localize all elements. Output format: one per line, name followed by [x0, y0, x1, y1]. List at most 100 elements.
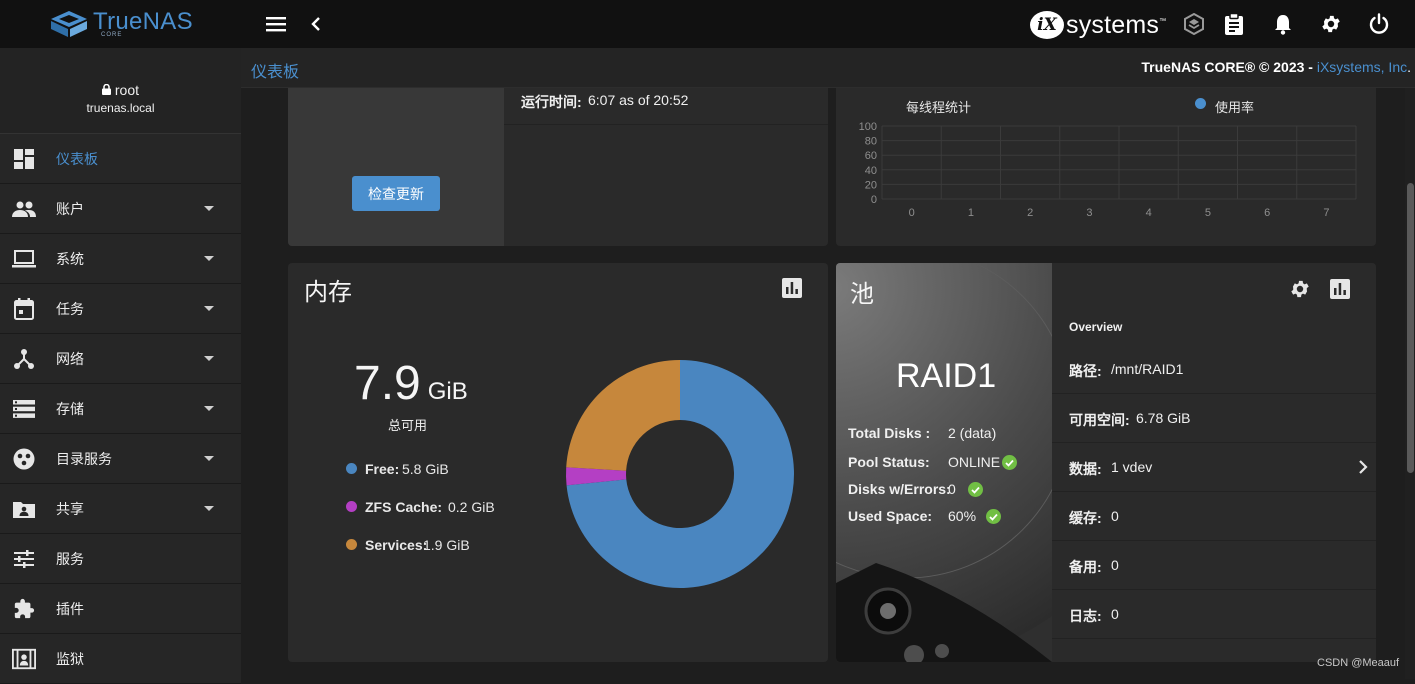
sidebar-item-directory-services[interactable]: 目录服务 — [0, 434, 241, 484]
bar-chart-icon[interactable] — [782, 278, 802, 298]
menu-icon[interactable] — [264, 12, 288, 36]
chevron-down-icon — [204, 506, 214, 511]
overview-value: 0 — [1111, 557, 1119, 573]
copyright-notice: TrueNAS CORE® © 2023 - iXsystems, Inc. — [1141, 59, 1411, 75]
sidebar-item-services[interactable]: 服务 — [0, 534, 241, 584]
directory-icon — [12, 447, 36, 471]
sidebar-item-accounts[interactable]: 账户 — [0, 184, 241, 234]
calendar-icon — [12, 297, 36, 321]
sidebar-item-label: 任务 — [56, 300, 84, 317]
legend-label-services: Services: — [365, 537, 428, 553]
overview-key: 日志: — [1069, 608, 1102, 624]
chevron-down-icon — [204, 206, 214, 211]
memory-total-value: 7.9 — [354, 357, 421, 410]
pool-stat-label: Used Space: — [848, 508, 933, 524]
cpu-x-tick: 6 — [1264, 207, 1270, 219]
sidebar-item-system[interactable]: 系统 — [0, 234, 241, 284]
lock-icon — [101, 83, 111, 95]
breadcrumb-bar: 仪表板 TrueNAS CORE® © 2023 - iXsystems, In… — [241, 48, 1415, 88]
overview-value: /mnt/RAID1 — [1111, 361, 1184, 377]
overview-heading: Overview — [1069, 320, 1123, 334]
people-icon — [12, 197, 36, 221]
sidebar-item-dashboard[interactable]: 仪表板 — [0, 134, 241, 184]
sidebar-item-label: 仪表板 — [56, 150, 98, 167]
gear-icon[interactable] — [1319, 12, 1343, 36]
ixsystems-logo[interactable]: iX systems ™ — [1030, 10, 1166, 40]
uptime-value: 6:07 as of 20:52 — [588, 92, 689, 108]
chevron-down-icon — [204, 456, 214, 461]
gear-icon[interactable] — [1289, 278, 1311, 300]
overview-key: 数据: — [1069, 461, 1102, 477]
sidebar-item-label: 存储 — [56, 400, 84, 417]
overview-row-data[interactable]: 数据: 1 vdev — [1052, 443, 1376, 492]
ixsystems-link[interactable]: iXsystems, Inc — [1317, 59, 1407, 75]
legend-label-free: Free: — [365, 461, 400, 477]
brand-logo[interactable]: TrueNAS CORE — [0, 0, 241, 48]
chevron-right-icon[interactable] — [1358, 460, 1368, 479]
sidebar-item-tasks[interactable]: 任务 — [0, 284, 241, 334]
sidebar-item-label: 监狱 — [56, 650, 84, 667]
legend-swatch-free — [346, 463, 357, 474]
memory-total-caption: 总可用 — [388, 418, 428, 433]
cpu-legend-label: 使用率 — [1215, 100, 1255, 115]
check-updates-button[interactable]: 检查更新 — [352, 176, 440, 211]
overview-key: 可用空间: — [1069, 412, 1130, 428]
overview-row-path: 路径: /mnt/RAID1 — [1052, 345, 1376, 394]
pool-stat-value: 0 — [948, 481, 956, 497]
shared-folder-icon — [12, 497, 36, 521]
bar-chart-icon[interactable] — [1330, 279, 1350, 299]
sidebar-item-label: 网络 — [56, 350, 84, 367]
pool-stat-value: ONLINE — [948, 454, 1001, 470]
pool-stat-label: Disks w/Errors: — [848, 481, 951, 497]
laptop-icon — [12, 247, 36, 271]
sidebar-item-label: 服务 — [56, 550, 84, 567]
ixsystems-wordmark: systems — [1066, 10, 1160, 39]
network-icon — [12, 347, 36, 371]
legend-value-free: 5.8 GiB — [402, 461, 449, 477]
jail-icon — [12, 647, 36, 671]
sidebar-item-label: 系统 — [56, 250, 84, 267]
breadcrumb-current[interactable]: 仪表板 — [251, 58, 299, 82]
system-image-panel — [288, 88, 504, 246]
sidebar-item-label: 账户 — [56, 200, 84, 217]
check-circle-icon — [986, 509, 1001, 524]
cpu-y-tick: 20 — [865, 179, 877, 191]
sidebar-item-sharing[interactable]: 共享 — [0, 484, 241, 534]
pool-stat-disks-errors: Disks w/Errors: 0 — [848, 481, 983, 497]
power-icon[interactable] — [1367, 12, 1391, 36]
uptime-row: 运行时间: 6:07 as of 20:52 — [504, 88, 828, 125]
overview-value: 1 vdev — [1111, 459, 1153, 475]
memory-donut-chart — [566, 360, 794, 588]
donut-slice-services[interactable] — [566, 360, 680, 471]
truecommand-icon[interactable] — [1182, 12, 1206, 36]
page-scrollbar[interactable] — [1405, 88, 1415, 679]
puzzle-icon — [12, 597, 36, 621]
sidebar-item-storage[interactable]: 存储 — [0, 384, 241, 434]
truenas-logo-icon — [51, 11, 87, 37]
chevron-down-icon — [204, 356, 214, 361]
overview-row-free-space: 可用空间: 6.78 GiB — [1052, 394, 1376, 443]
sidebar-item-plugins[interactable]: 插件 — [0, 584, 241, 634]
legend-value-services: 1.9 GiB — [423, 537, 470, 553]
memory-total-unit: GiB — [427, 378, 468, 405]
overview-value: 6.78 GiB — [1136, 410, 1191, 426]
sidebar-item-label: 目录服务 — [56, 450, 112, 467]
copyright-suffix: . — [1407, 59, 1411, 75]
overview-key: 路径: — [1069, 363, 1102, 379]
chevron-down-icon — [204, 406, 214, 411]
cpu-y-tick: 60 — [865, 150, 877, 162]
sidebar: root truenas.local 仪表板 账户 系统 任务 网络 存储 目录… — [0, 48, 241, 684]
check-circle-icon — [968, 482, 983, 497]
chevron-left-icon[interactable] — [304, 12, 328, 36]
overview-row-log: 日志: 0 — [1052, 590, 1376, 639]
user-info: root truenas.local — [0, 48, 241, 134]
sidebar-item-jails[interactable]: 监狱 — [0, 634, 241, 684]
bell-icon[interactable] — [1271, 12, 1295, 36]
memory-card: 内存 7.9 GiB 总可用 Free: 5.8 GiB ZFS Cache: … — [288, 263, 828, 662]
cpu-chart-title: 每线程统计 — [906, 100, 972, 115]
sidebar-item-network[interactable]: 网络 — [0, 334, 241, 384]
system-info-card: 检查更新 运行时间: 6:07 as of 20:52 — [288, 88, 828, 246]
scrollbar-thumb[interactable] — [1407, 183, 1414, 473]
memory-total: 7.9 GiB — [354, 357, 484, 411]
clipboard-tasks-icon[interactable] — [1222, 12, 1246, 36]
